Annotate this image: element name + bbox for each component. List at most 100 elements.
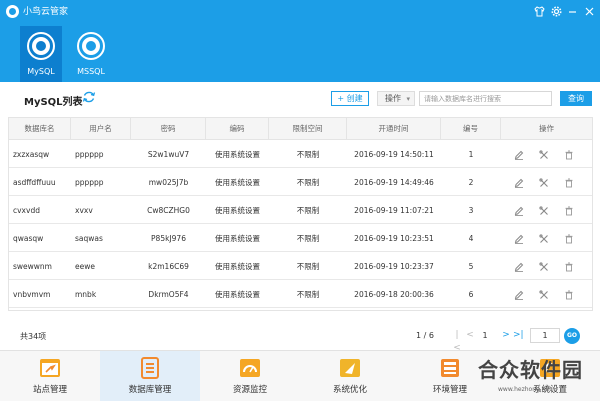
trash-icon[interactable]: [564, 150, 574, 160]
cell-username: xvxv: [75, 206, 93, 215]
cell-password: DkrmO5F4: [148, 290, 189, 299]
wrench-icon[interactable]: [539, 262, 549, 272]
tab-mssql[interactable]: MSSQL: [70, 26, 112, 82]
database-table: 数据库名 用户名 密码 编码 限制空间 开通时间 编号 操作 zxzxasqw p…: [8, 117, 593, 311]
edit-icon[interactable]: [514, 178, 524, 188]
cell-limit: 不限制: [296, 262, 320, 271]
current-page[interactable]: 1: [478, 331, 492, 340]
tab-mssql-label: MSSQL: [77, 67, 105, 76]
next-page-icon[interactable]: >: [501, 329, 511, 342]
tab-mysql[interactable]: MySQL: [20, 26, 62, 82]
environment-icon: [438, 356, 462, 380]
total-count: 共34项: [20, 332, 47, 341]
last-page-icon[interactable]: >|: [513, 329, 524, 342]
cell-encoding: 使用系统设置: [215, 150, 260, 159]
go-button[interactable]: GO: [564, 328, 580, 344]
minimize-icon[interactable]: [566, 5, 579, 18]
edit-icon[interactable]: [514, 290, 524, 300]
nav-site-management[interactable]: 站点管理: [0, 351, 100, 401]
first-page-icon[interactable]: |<: [452, 329, 462, 353]
wrench-icon[interactable]: [539, 290, 549, 300]
skin-icon[interactable]: [533, 5, 546, 18]
cell-encoding: 使用系统设置: [215, 178, 260, 187]
refresh-icon[interactable]: [82, 90, 96, 104]
cell-time: 2016-09-19 14:50:11: [354, 150, 434, 159]
watermark-text: 合众软件园: [478, 358, 583, 382]
column-header-encoding: 编码: [206, 118, 269, 140]
edit-icon[interactable]: [514, 234, 524, 244]
cell-password: mw025J7b: [148, 178, 189, 187]
edit-icon[interactable]: [514, 262, 524, 272]
chevron-down-icon: ▾: [406, 95, 410, 103]
column-header-time: 开通时间: [347, 118, 441, 140]
cell-id: 6: [468, 290, 474, 299]
nav-resource-monitor[interactable]: 资源监控: [200, 351, 300, 401]
close-icon[interactable]: [583, 5, 596, 18]
cell-dbname: asdffdffuuu: [13, 178, 56, 187]
search-input[interactable]: [419, 91, 552, 106]
nav-label: 站点管理: [32, 385, 67, 395]
cell-id: 4: [468, 234, 474, 243]
cell-dbname: swewwnm: [13, 262, 52, 271]
cell-dbname: qwasqw: [13, 234, 44, 243]
edit-icon[interactable]: [514, 206, 524, 216]
edit-icon[interactable]: [514, 150, 524, 160]
table-row[interactable]: swewwnm eewe k2m16C69 使用系统设置 不限制 2016-09-19 1…: [9, 253, 592, 280]
title-bar: 小鸟云管家: [0, 0, 600, 24]
cell-encoding: 使用系统设置: [215, 290, 260, 299]
app-header: 小鸟云管家 MySQL MSSQL: [0, 0, 600, 82]
cell-time: 2016-09-18 20:00:36: [354, 290, 434, 299]
trash-icon[interactable]: [564, 234, 574, 244]
cell-limit: 不限制: [296, 290, 320, 299]
wrench-icon[interactable]: [539, 150, 549, 160]
cell-limit: 不限制: [296, 178, 320, 187]
wrench-icon[interactable]: [539, 178, 549, 188]
wrench-icon[interactable]: [539, 206, 549, 216]
cell-password: S2w1wuV7: [147, 150, 190, 159]
nav-database-management[interactable]: 数据库管理: [100, 351, 200, 401]
table-row[interactable]: zxzxasqw pppppp S2w1wuV7 使用系统设置 不限制 2016-09-1…: [9, 141, 592, 168]
cell-limit: 不限制: [296, 234, 320, 243]
cell-password: P85kJ976: [151, 234, 186, 243]
column-header-limit: 限制空间: [269, 118, 347, 140]
cell-time: 2016-09-19 10:23:51: [354, 234, 434, 243]
cell-id: 3: [468, 206, 474, 215]
wrench-icon[interactable]: [539, 234, 549, 244]
cell-encoding: 使用系统设置: [215, 262, 260, 271]
nav-system-optimize[interactable]: 系统优化: [300, 351, 400, 401]
column-header-dbname: 数据库名: [9, 118, 71, 140]
goto-page-input[interactable]: [530, 328, 560, 343]
table-row[interactable]: cvxvdd xvxv Cw8CZHG0 使用系统设置 不限制 2016-09-19 11…: [9, 197, 592, 224]
create-button[interactable]: + 创建: [331, 91, 369, 106]
cell-dbname: cvxvdd: [13, 206, 40, 215]
table-row[interactable]: vnbvmvm mnbk DkrmO5F4 使用系统设置 不限制 2016-09-18 2…: [9, 281, 592, 308]
app-title: 小鸟云管家: [23, 7, 69, 17]
cell-time: 2016-09-19 14:49:46: [354, 178, 434, 187]
nav-label: 资源监控: [232, 385, 267, 395]
trash-icon[interactable]: [564, 206, 574, 216]
watermark-url: www.hezhong.net: [498, 386, 552, 393]
table-row[interactable]: asdffdffuuu pppppp mw025J7b 使用系统设置 不限制 2016-0…: [9, 169, 592, 196]
cell-username: pppppp: [75, 150, 104, 159]
column-header-password: 密码: [131, 118, 206, 140]
prev-page-icon[interactable]: <: [465, 329, 475, 342]
sqlserver-icon: [77, 32, 105, 60]
trash-icon[interactable]: [564, 262, 574, 272]
optimize-icon: [338, 356, 362, 380]
operate-dropdown[interactable]: 操作 ▾: [377, 91, 415, 106]
cell-time: 2016-09-19 10:23:37: [354, 262, 434, 271]
cell-id: 2: [468, 178, 474, 187]
nav-label: 数据库管理: [128, 385, 172, 395]
cell-password: k2m16C69: [148, 262, 189, 271]
page-indicator: 1 / 6: [416, 331, 434, 340]
cell-username: saqwas: [75, 234, 103, 243]
search-button[interactable]: 查询: [560, 91, 592, 106]
table-row[interactable]: qwasqw saqwas P85kJ976 使用系统设置 不限制 2016-09-19 …: [9, 225, 592, 252]
gear-icon[interactable]: [550, 5, 563, 18]
cell-encoding: 使用系统设置: [215, 206, 260, 215]
tab-mysql-label: MySQL: [27, 67, 55, 76]
trash-icon[interactable]: [564, 178, 574, 188]
page-title: MySQL列表: [24, 97, 83, 108]
trash-icon[interactable]: [564, 290, 574, 300]
cell-password: Cw8CZHG0: [147, 206, 190, 215]
